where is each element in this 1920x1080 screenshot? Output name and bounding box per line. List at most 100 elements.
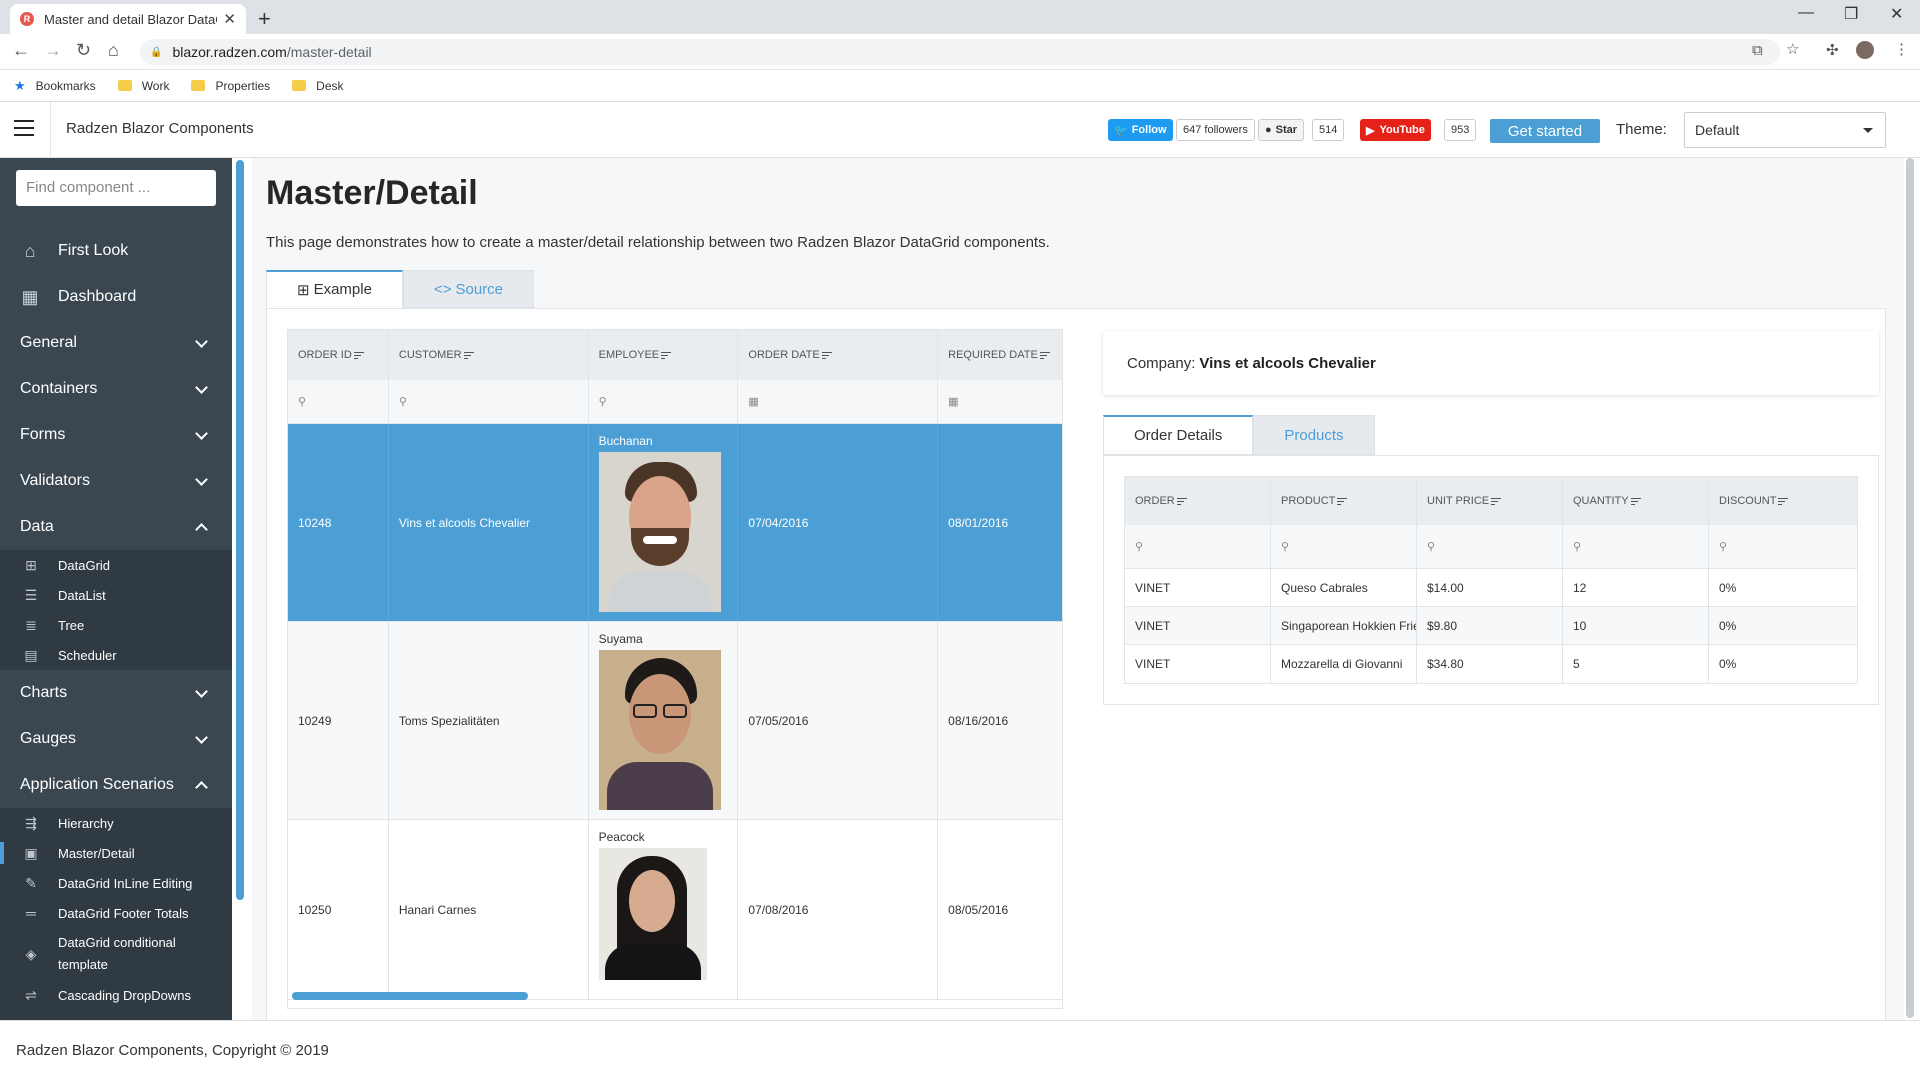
- filter-order-date[interactable]: ▦: [738, 380, 939, 423]
- sidebar-item-forms[interactable]: Forms: [0, 412, 232, 458]
- sidebar-item-inline-editing[interactable]: ✎ DataGrid InLine Editing: [0, 868, 232, 898]
- sidebar-item-cascading-dropdowns[interactable]: ⇌ Cascading DropDowns: [0, 980, 232, 1010]
- column-header-order-id[interactable]: Order ID: [288, 330, 389, 380]
- sidebar-scrollbar[interactable]: [236, 160, 244, 900]
- bookmark-item[interactable]: ★ Bookmarks: [14, 78, 96, 94]
- sidebar-item-datalist[interactable]: ☰ DataList: [0, 580, 232, 610]
- column-header-quantity[interactable]: Quantity: [1563, 477, 1709, 525]
- sidebar-item-first-look[interactable]: ⌂ First Look: [0, 228, 232, 274]
- tab-label: Source: [455, 280, 503, 298]
- sidebar-item-dashboard[interactable]: ▦ Dashboard: [0, 274, 232, 320]
- filter-required-date[interactable]: ▦: [938, 380, 1062, 423]
- filter-quantity[interactable]: ⚲: [1563, 525, 1709, 568]
- sidebar-item-hierarchy[interactable]: ⇶ Hierarchy: [0, 808, 232, 838]
- bookmark-item[interactable]: Work: [117, 79, 169, 93]
- grid-horizontal-scrollbar[interactable]: [292, 992, 528, 1000]
- browser-tab[interactable]: R Master and detail Blazor DataGrid ✕: [10, 4, 246, 34]
- minimize-icon[interactable]: —: [1798, 4, 1814, 22]
- column-header-employee[interactable]: Employee: [589, 330, 739, 380]
- table-row[interactable]: VINET Queso Cabrales $14.00 12 0%: [1125, 569, 1857, 607]
- filter-product[interactable]: ⚲: [1271, 525, 1417, 568]
- column-header-discount[interactable]: Discount: [1709, 477, 1855, 525]
- sidebar-item-gauges[interactable]: Gauges: [0, 716, 232, 762]
- tab-example[interactable]: ⊞ Example: [266, 270, 403, 308]
- sidebar-item-tree[interactable]: ≣ Tree: [0, 610, 232, 640]
- github-star-button[interactable]: ● Star: [1258, 119, 1305, 141]
- filter-unit-price[interactable]: ⚲: [1417, 525, 1563, 568]
- table-row[interactable]: 10248 Vins et alcools Chevalier Buchanan…: [288, 424, 1062, 622]
- tab-source[interactable]: <> Source: [402, 270, 534, 308]
- bookmark-item[interactable]: Properties: [191, 79, 270, 93]
- sidebar-item-containers[interactable]: Containers: [0, 366, 232, 412]
- sort-icon: [1176, 496, 1187, 507]
- table-row[interactable]: 10249 Toms Spezialitäten Suyama 07/05/20…: [288, 622, 1062, 820]
- twitter-followers-count[interactable]: 647 followers: [1176, 119, 1255, 141]
- window-close-icon[interactable]: ✕: [1890, 4, 1903, 24]
- youtube-count[interactable]: 953: [1444, 119, 1477, 141]
- sidebar-item-datagrid[interactable]: ⊞ DataGrid: [0, 550, 232, 580]
- youtube-label: YouTube: [1379, 124, 1425, 136]
- sidebar-item-footer-totals[interactable]: ═ DataGrid Footer Totals: [0, 898, 232, 928]
- tab-products[interactable]: Products: [1253, 415, 1375, 455]
- sidebar-item-conditional-template[interactable]: ◈ DataGrid conditional template: [0, 928, 232, 980]
- extensions-icon[interactable]: ✣: [1826, 41, 1839, 59]
- sidebar-item-application-scenarios[interactable]: Application Scenarios: [0, 762, 232, 808]
- column-header-order-date[interactable]: Order Date: [738, 330, 939, 380]
- back-icon[interactable]: ←: [12, 40, 30, 61]
- folder-icon: [191, 80, 206, 91]
- bookmark-item[interactable]: Desk: [292, 79, 344, 93]
- filter-order-id[interactable]: ⚲: [288, 380, 389, 423]
- table-row[interactable]: VINET Mozzarella di Giovanni $34.80 5 0%: [1125, 645, 1857, 683]
- twitter-follow-button[interactable]: 🐦 Follow: [1108, 119, 1173, 141]
- table-row[interactable]: 10250 Hanari Carnes Peacock 07/08/2016 0…: [288, 820, 1062, 1000]
- sidebar-item-data[interactable]: Data: [0, 504, 232, 550]
- reload-icon[interactable]: ↻: [76, 40, 91, 61]
- cell-order: VINET: [1125, 569, 1271, 606]
- hamburger-menu-icon[interactable]: [14, 120, 34, 136]
- profile-avatar[interactable]: [1856, 41, 1874, 59]
- table-row[interactable]: VINET Singaporean Hokkien Fried Mee $9.8…: [1125, 607, 1857, 645]
- sidebar-item-validators[interactable]: Validators: [0, 458, 232, 504]
- column-header-required-date[interactable]: Required Date: [938, 330, 1062, 380]
- cell-quantity: 10: [1563, 607, 1709, 644]
- get-started-button[interactable]: Get started: [1490, 119, 1600, 143]
- filter-customer[interactable]: ⚲: [389, 380, 589, 423]
- page-vertical-scrollbar[interactable]: [1906, 158, 1914, 1018]
- home-icon[interactable]: ⌂: [108, 40, 119, 61]
- sidebar-item-label: DataGrid InLine Editing: [58, 875, 193, 891]
- page-footer: Radzen Blazor Components, Copyright © 20…: [0, 1020, 1920, 1080]
- column-header-product[interactable]: Product: [1271, 477, 1417, 525]
- github-star-count[interactable]: 514: [1312, 119, 1345, 141]
- sidebar-item-scheduler[interactable]: ▤ Scheduler: [0, 640, 232, 670]
- sidebar-item-charts[interactable]: Charts: [0, 670, 232, 716]
- theme-dropdown[interactable]: Default: [1684, 112, 1886, 148]
- column-header-customer[interactable]: Customer: [389, 330, 589, 380]
- cell-employee: Buchanan: [589, 424, 739, 621]
- cell-customer: Vins et alcools Chevalier: [389, 424, 589, 621]
- close-tab-icon[interactable]: ✕: [223, 10, 236, 28]
- home-icon: ⌂: [24, 240, 36, 261]
- forward-icon[interactable]: →: [44, 40, 62, 61]
- menu-dots-icon[interactable]: ⋮: [1894, 40, 1909, 58]
- translate-icon[interactable]: ⧉: [1752, 42, 1763, 59]
- filter-employee[interactable]: ⚲: [589, 380, 739, 423]
- sidebar-item-general[interactable]: General: [0, 320, 232, 366]
- filter-order[interactable]: ⚲: [1125, 525, 1271, 568]
- bookmark-star-icon[interactable]: ☆: [1786, 40, 1799, 58]
- url-field[interactable]: 🔒 blazor.radzen.com/master-detail: [140, 39, 1780, 65]
- find-component-input[interactable]: Find component ...: [16, 170, 216, 206]
- tab-order-details[interactable]: Order Details: [1103, 415, 1254, 455]
- sort-icon: [1039, 350, 1050, 361]
- calendar-icon: ▦: [948, 396, 959, 408]
- tab-label: Example: [313, 281, 372, 298]
- youtube-play-icon: ▶: [1366, 124, 1375, 137]
- sidebar-item-master-detail[interactable]: ▣ Master/Detail: [0, 838, 232, 868]
- new-tab-icon[interactable]: +: [258, 6, 271, 32]
- sidebar-item-label: DataGrid: [58, 557, 111, 573]
- filter-discount[interactable]: ⚲: [1709, 525, 1855, 568]
- restore-icon[interactable]: ❐: [1844, 4, 1858, 24]
- cell-order-id: 10250: [288, 820, 389, 999]
- column-header-order[interactable]: Order: [1125, 477, 1271, 525]
- youtube-button[interactable]: ▶ YouTube: [1360, 119, 1431, 141]
- column-header-unit-price[interactable]: Unit Price: [1417, 477, 1563, 525]
